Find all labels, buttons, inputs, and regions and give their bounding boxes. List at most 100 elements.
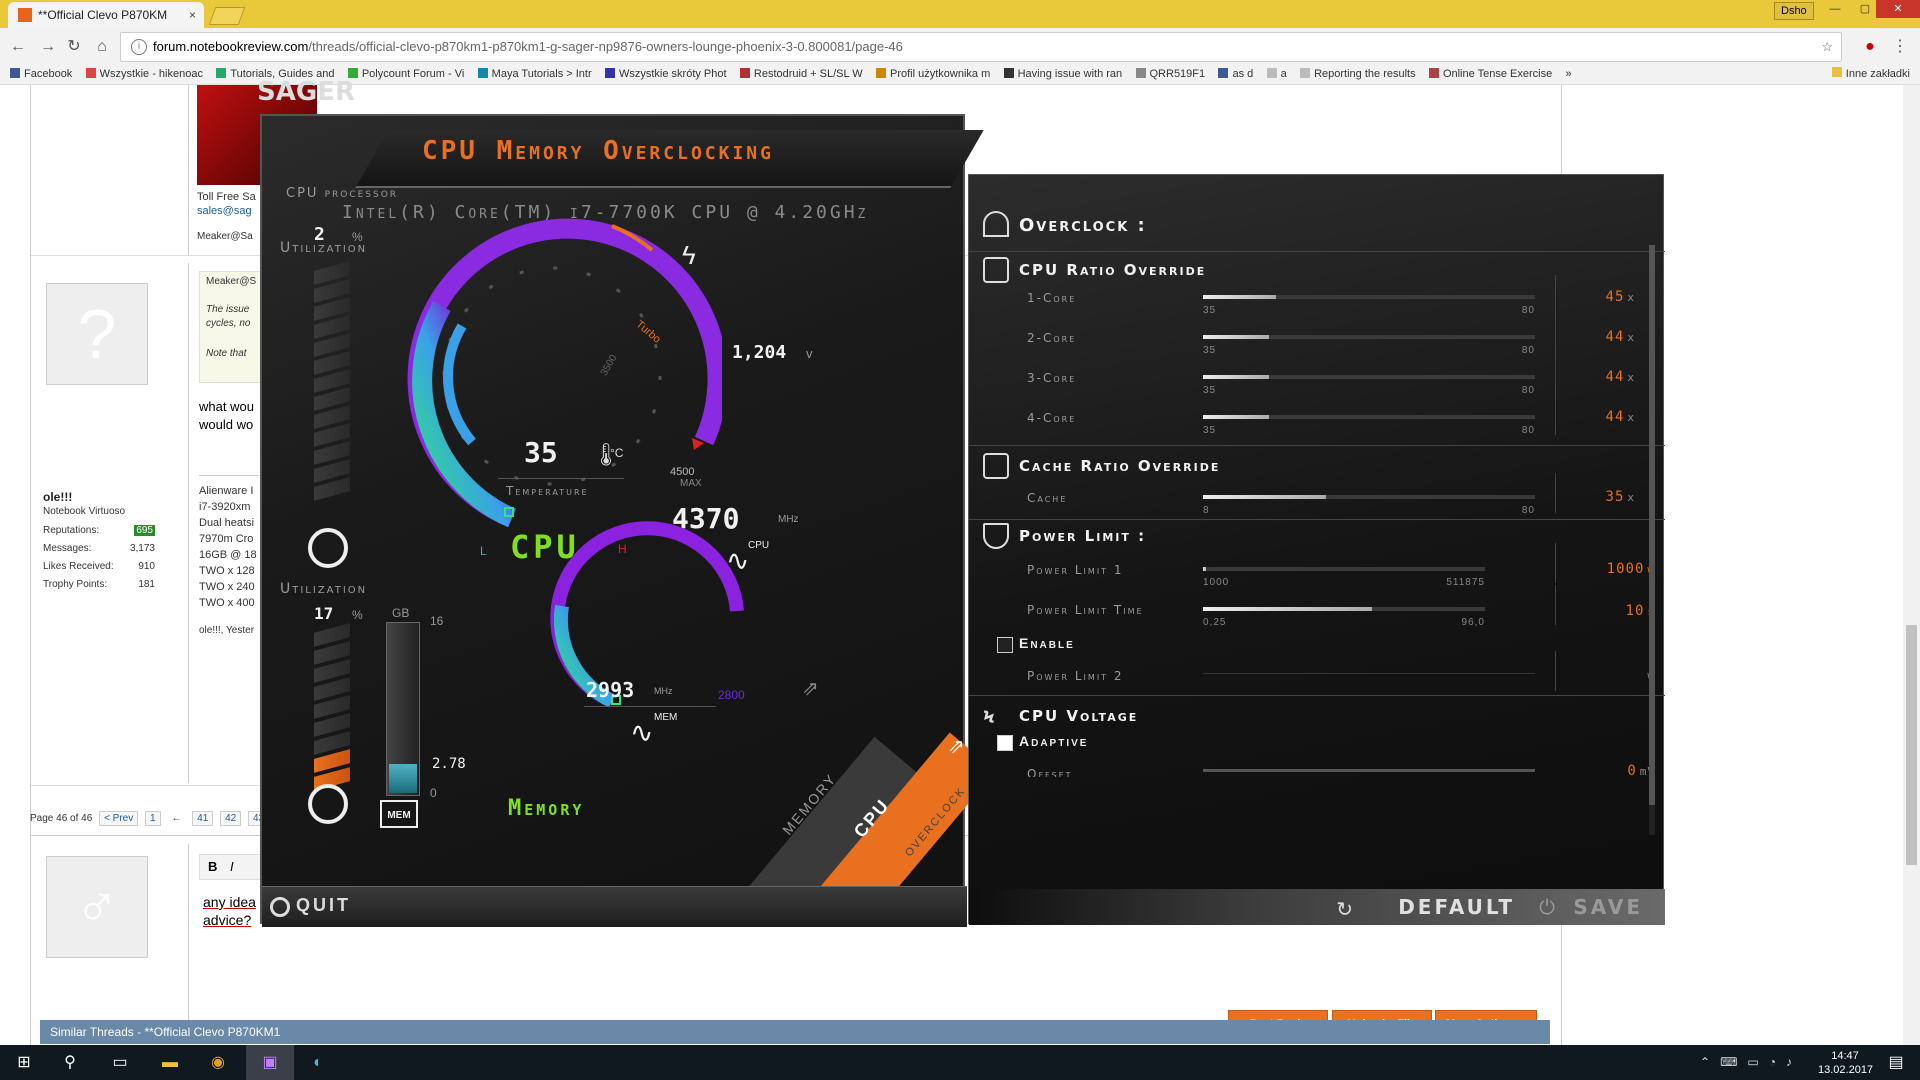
core-ratio-slider[interactable]: 35 80 [1203, 295, 1535, 316]
tray-chevron-icon[interactable]: ⌃ [1700, 1055, 1710, 1069]
browser-tab[interactable]: **Official Clevo P870KM × [8, 2, 204, 28]
adaptive-checkbox[interactable] [997, 735, 1013, 751]
core-ratio-slider[interactable]: 35 80 [1203, 375, 1535, 396]
keyboard-icon[interactable]: ⌨ [1720, 1055, 1737, 1069]
slider-fill [1203, 567, 1206, 571]
home-icon[interactable]: ⌂ [92, 37, 112, 57]
battery-icon[interactable]: ▭ [1747, 1055, 1758, 1069]
save-icon[interactable]: ⏻ [1539, 897, 1555, 920]
bookmark-item[interactable]: Maya Tutorials > Intr [477, 64, 592, 84]
bookmark-item[interactable]: Facebook [10, 64, 72, 84]
adblock-icon[interactable]: ● [1860, 37, 1880, 57]
bookmark-label: Profil użytkownika m [889, 68, 991, 80]
scrollbar-thumb[interactable] [1906, 625, 1917, 865]
bookmark-item[interactable]: Profil użytkownika m [875, 64, 991, 84]
core-ratio-value[interactable]: 44 x [1606, 369, 1635, 385]
bookmark-item[interactable]: Having issue with ran [1003, 64, 1122, 84]
volume-icon[interactable]: ♪ [1786, 1055, 1792, 1069]
overclock-header-text: Overclock : [1019, 215, 1147, 236]
bookmark-item[interactable]: Restodruid + SL/SL W [739, 64, 863, 84]
page-scrollbar[interactable] [1903, 85, 1920, 1045]
enable-checkbox[interactable] [997, 637, 1013, 653]
italic-button[interactable]: I [230, 859, 234, 874]
cpu-external-icon[interactable]: ⇗ [948, 734, 965, 759]
male-icon: ♂ [74, 873, 120, 940]
bold-button[interactable]: B [208, 859, 217, 874]
core-ratio-value-number: 44 [1605, 329, 1625, 345]
settings-scrollbar[interactable] [1649, 235, 1655, 835]
tick-max: MAX [680, 478, 702, 489]
cache-slider[interactable]: 8 80 [1203, 495, 1535, 516]
bookmark-label: Facebook [24, 68, 73, 80]
bookmark-item[interactable]: Polycount Forum - Vi [347, 64, 464, 84]
bookmarks-more[interactable]: » [1566, 64, 1572, 84]
mem-external-icon[interactable]: ⇗ [802, 676, 819, 701]
bookmark-item[interactable]: as d [1218, 64, 1253, 84]
power-limit-2-slider[interactable] [1203, 673, 1535, 674]
bookmark-item[interactable]: QRR519F1 [1135, 64, 1205, 84]
reply-text-line: advice? [203, 912, 252, 928]
page-link[interactable]: 41 [192, 811, 214, 826]
power-limit-header-text: Power Limit : [1019, 527, 1147, 545]
task-view-icon[interactable]: ▭ [108, 1051, 132, 1075]
reload-icon[interactable]: ↻ [64, 37, 84, 57]
other-bookmarks[interactable]: Inne zakładki [1831, 64, 1910, 84]
slider-max: 511875 [1446, 577, 1485, 588]
temperature-unit: °C [610, 446, 624, 460]
cpu-voltage-header-text: CPU Voltage [1019, 707, 1139, 725]
file-explorer-icon[interactable]: ▬ [158, 1051, 182, 1075]
bookmark-star-icon[interactable]: ☆ [1821, 39, 1833, 55]
settings-scrollbar-thumb[interactable] [1649, 245, 1655, 805]
power-limit-1-slider[interactable]: 1000 511875 [1203, 567, 1485, 588]
default-button[interactable]: DEFAULT [1398, 895, 1515, 919]
clock[interactable]: 14:47 13.02.2017 [1818, 1049, 1873, 1077]
quote-author[interactable]: Meaker@S [206, 276, 256, 287]
bookmark-item[interactable]: Wszystkie - hikenoac [85, 64, 203, 84]
offset-slider[interactable] [1203, 769, 1535, 772]
core-ratio-slider[interactable]: 35 80 [1203, 335, 1535, 356]
page-link[interactable]: 42 [220, 811, 242, 826]
bookmark-item[interactable]: Reporting the results [1300, 64, 1416, 84]
prev-page-link[interactable]: < Prev [99, 811, 139, 826]
tab-close-icon[interactable]: × [189, 2, 196, 28]
forward-icon[interactable]: → [38, 37, 58, 57]
core-ratio-value[interactable]: 44 x [1606, 409, 1635, 425]
bookmark-item[interactable]: Online Tense Exercise [1428, 64, 1552, 84]
profile-button[interactable]: Dsho [1774, 2, 1814, 20]
power-icon[interactable] [270, 897, 290, 917]
bookmark-item[interactable]: a [1266, 64, 1287, 84]
close-window-icon[interactable]: ✕ [1876, 0, 1920, 18]
minimize-icon[interactable]: — [1820, 0, 1850, 18]
overclock-app-icon[interactable]: ▣ [258, 1051, 282, 1075]
back-icon[interactable]: ← [8, 37, 28, 57]
save-button[interactable]: SAVE [1573, 895, 1643, 919]
reply-textarea[interactable]: any idea advice? [199, 884, 259, 994]
core-ratio-value[interactable]: 44 x [1606, 329, 1635, 345]
avatar[interactable]: ? [46, 283, 148, 385]
core-ratio-slider[interactable]: 35 80 [1203, 415, 1535, 436]
page-link[interactable]: 1 [145, 811, 161, 826]
search-icon[interactable]: ⚲ [58, 1051, 82, 1075]
new-tab-button[interactable] [208, 7, 246, 25]
quit-button[interactable]: QUIT [296, 895, 351, 916]
chrome-icon[interactable]: ◉ [206, 1051, 230, 1075]
cpu-util-icon [308, 528, 348, 568]
windows-start-icon[interactable]: ⊞ [12, 1051, 36, 1075]
sales-email-link[interactable]: sales@sag [197, 205, 252, 217]
app-icon[interactable]: ◐ [306, 1051, 330, 1075]
power-limit-1-value[interactable]: 1000w [1607, 561, 1655, 577]
bookmark-item[interactable]: Wszystkie skróty Phot [604, 64, 727, 84]
core-ratio-value[interactable]: 45 x [1606, 289, 1635, 305]
info-icon[interactable]: i [131, 39, 147, 55]
menu-icon[interactable]: ⋮ [1890, 37, 1910, 57]
cache-value[interactable]: 35 x [1606, 489, 1635, 505]
avatar[interactable]: ♂ [46, 856, 148, 958]
notification-icon[interactable]: ▤ [1884, 1051, 1908, 1075]
address-bar[interactable]: i forum.notebookreview.com/threads/offic… [120, 32, 1842, 62]
username[interactable]: ole!!! [43, 490, 72, 504]
post-footer[interactable]: ole!!!, Yester [199, 625, 254, 636]
reset-icon[interactable]: ↻ [1336, 897, 1353, 922]
network-icon[interactable]: ◔ [1769, 1055, 1776, 1069]
power-limit-time-slider[interactable]: 0,25 96,0 [1203, 607, 1485, 628]
signature-name[interactable]: Meaker@Sa [197, 231, 253, 242]
